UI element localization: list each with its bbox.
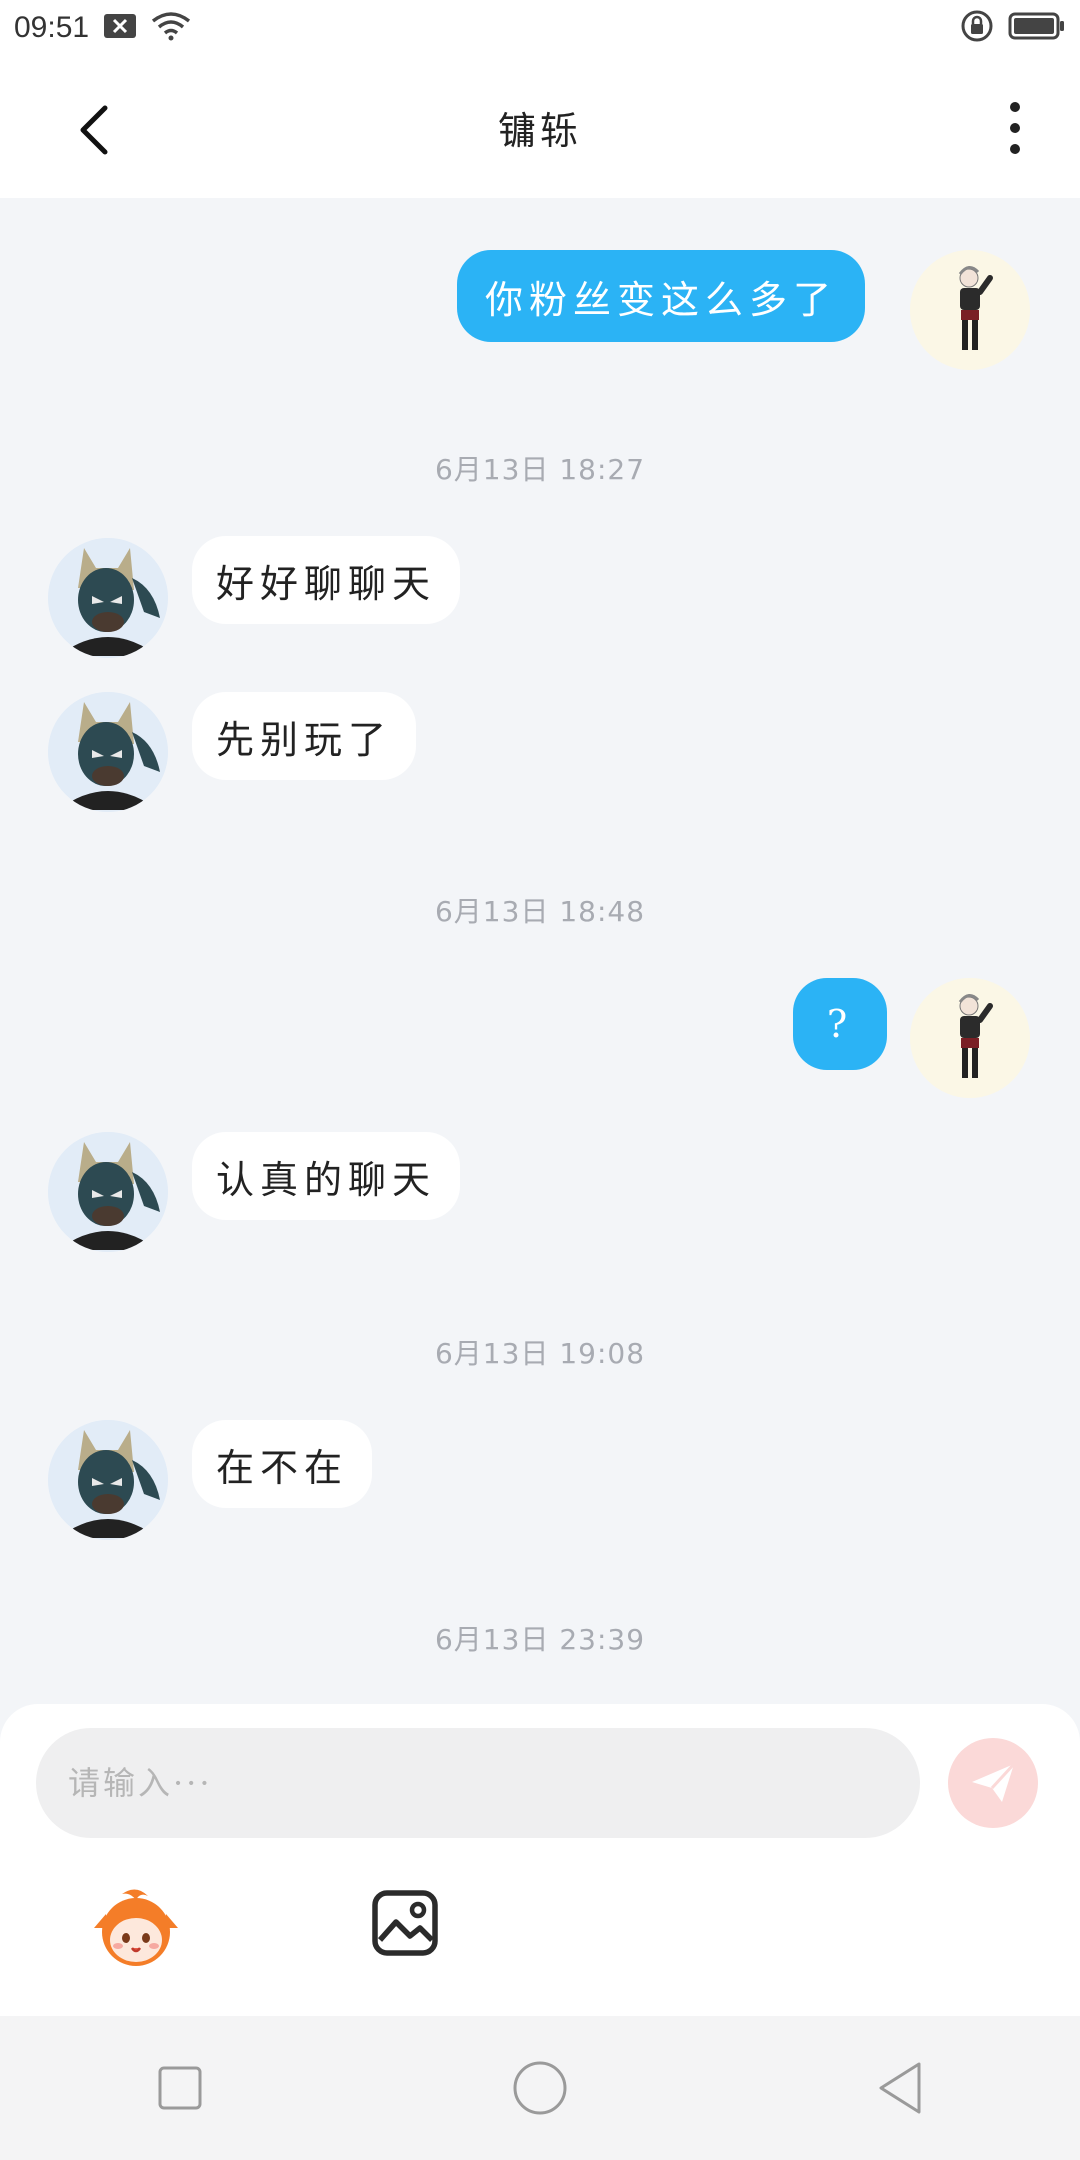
message-text: 先别玩了 (216, 717, 393, 762)
status-bar: 09:51 (0, 0, 1080, 56)
more-vertical-icon (1010, 102, 1020, 112)
chat-screen: 09:51 镛轹 你粉丝变这么多了 6月13日 18:27 好好聊聊天 先别玩了… (0, 0, 1080, 2160)
home-circle-icon (513, 2061, 567, 2115)
notification-x-icon (103, 13, 137, 43)
home-button[interactable] (505, 2053, 575, 2123)
message-text: 在不在 (216, 1445, 349, 1490)
system-nav-bar (0, 2016, 1080, 2160)
back-button[interactable] (68, 100, 118, 160)
rotation-lock-icon (960, 9, 994, 47)
image-icon (372, 1890, 438, 1956)
message-bubble-outgoing[interactable]: 你粉丝变这么多了 (457, 250, 866, 342)
message-bubble-incoming[interactable]: 先别玩了 (192, 692, 417, 780)
message-text: 你粉丝变这么多了 (485, 277, 838, 322)
message-list: 你粉丝变这么多了 6月13日 18:27 好好聊聊天 先别玩了 6月13日 18… (0, 198, 1080, 1704)
message-bubble-incoming[interactable]: 认真的聊天 (192, 1132, 461, 1220)
message-input[interactable] (68, 1764, 920, 1802)
message-bubble-incoming[interactable]: 在不在 (192, 1420, 373, 1508)
chat-header: 镛轹 (0, 56, 1080, 198)
status-right (960, 9, 1066, 47)
recents-button[interactable] (145, 2053, 215, 2123)
send-button[interactable] (948, 1738, 1038, 1828)
message-bubble-incoming[interactable]: 好好聊聊天 (192, 536, 461, 624)
self-avatar[interactable] (910, 978, 1030, 1098)
message-input-container[interactable] (36, 1728, 920, 1838)
battery-icon (1008, 11, 1066, 45)
message-bubble-outgoing[interactable]: ? (793, 978, 887, 1070)
chevron-left-icon (80, 105, 108, 155)
self-avatar[interactable] (910, 250, 1030, 370)
mascot-emoji-icon (94, 1889, 178, 1966)
contact-avatar[interactable] (48, 692, 168, 812)
paper-plane-icon (972, 1762, 1016, 1802)
contact-avatar[interactable] (48, 1132, 168, 1252)
timestamp: 6月13日 23:39 (434, 1623, 646, 1656)
wifi-icon (151, 11, 191, 45)
recents-square-icon (158, 2066, 202, 2110)
more-options-button[interactable] (990, 96, 1040, 160)
image-button[interactable] (370, 1888, 440, 1958)
contact-avatar[interactable] (48, 1420, 168, 1540)
timestamp: 6月13日 18:48 (434, 895, 646, 928)
message-text: 认真的聊天 (216, 1157, 437, 1202)
status-time: 09:51 (14, 11, 90, 44)
input-panel (0, 1704, 1080, 2016)
status-left: 09:51 (14, 11, 191, 45)
message-text: 好好聊聊天 (216, 561, 437, 606)
back-nav-button[interactable] (865, 2053, 935, 2123)
contact-avatar[interactable] (48, 538, 168, 658)
timestamp: 6月13日 19:08 (434, 1337, 646, 1370)
chat-title: 镛轹 (497, 108, 582, 153)
timestamp: 6月13日 18:27 (434, 453, 646, 486)
message-text: ? (826, 1002, 854, 1046)
back-triangle-icon (879, 2062, 921, 2114)
emoji-button[interactable] (92, 1884, 180, 1972)
